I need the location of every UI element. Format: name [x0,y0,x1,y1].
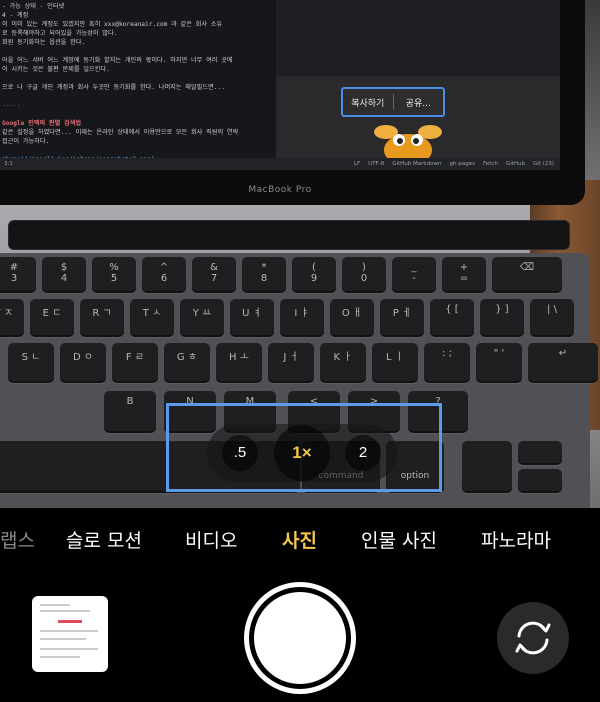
keyboard-key: ( 9 [292,257,336,293]
keyboard-key: ) 0 [342,257,386,293]
preview-image [276,0,560,76]
keyboard-key: F ㄹ [112,343,158,383]
status-item: GitHub Markdown [392,161,442,167]
keyboard-key: W ㅈ [0,299,24,337]
zoom-2x-button[interactable]: 2 [345,435,381,471]
editor-line: 이 이미 있는 계정도 있겠지만 혹히 xxx@koreanair.com 과 … [2,21,223,28]
editor-line: 로 등록해야하고 되어있을 가능성이 많다. [2,30,118,37]
keyboard-key: K ㅏ [320,343,366,383]
camera-viewfinder[interactable]: - 가능 상태 - 인터넷 4 - 계정 이 이미 있는 계정도 있겠지만 혹히… [0,0,600,508]
editor-line: 이 시키는 것은 불편 문제를 일으킨다. [2,66,110,73]
editor-line: 4 - 계정 [2,12,29,19]
editor-line: 어을 어느 서버 어느 계정에 동기화 할지는 개인의 몫이다. 하지만 너무 … [2,57,233,64]
keyboard-key: Y ㅛ [180,299,224,337]
camera-mode-selector[interactable]: 랩스 슬로 모션 비디오 사진 인물 사진 파노라마 [0,520,600,564]
mode-panorama[interactable]: 파노라마 [481,526,551,553]
keyboard-key: B [104,391,156,433]
shutter-button[interactable] [244,582,356,694]
keyboard-key [518,441,562,465]
keyboard-key: P ㅔ [380,299,424,337]
laptop-brand: MacBook Pro [248,185,312,195]
code-editor: - 가능 상태 - 인터넷 4 - 계정 이 이미 있는 계정도 있겠지만 혹히… [0,0,276,163]
editor-line: 접근이 가능하다. [2,138,50,145]
mode-video[interactable]: 비디오 [185,526,237,553]
keyboard-key: { [ [430,299,474,337]
zoom-1x-button[interactable]: 1× [274,425,330,481]
keyboard-key: S ㄴ [8,343,54,383]
keyboard-key: $ 4 [42,257,86,293]
shutter-inner [254,592,346,684]
keyboard-key: O ㅐ [330,299,374,337]
keyboard-key: J ㅓ [268,343,314,383]
editor-line: 같은 설정을 하였다면... 이제는 온라인 상태에서 이용만으로 모든 회사 … [2,129,239,136]
keyboard-key [462,441,512,493]
last-photo-thumbnail[interactable] [32,596,108,672]
keyboard-key: * 8 [242,257,286,293]
keyboard-key: " ' [476,343,522,383]
touch-bar [8,220,570,250]
editor-line: 회원 동기화하는 옵션을 한다. [2,39,86,46]
editor-line: ----- [2,102,21,109]
keyboard-key: D ㅇ [60,343,106,383]
camera-flip-icon [515,621,551,655]
keyboard-key: & 7 [192,257,236,293]
keyboard-key: : ; [424,343,470,383]
laptop-lid: - 가능 상태 - 인터넷 4 - 계정 이 이미 있는 계정도 있겠지만 혹히… [0,0,585,205]
live-text-menu: 복사하기 공유... [341,87,445,117]
mode-photo[interactable]: 사진 [282,526,317,553]
editor-status-bar: 3:1 LF UTF-8 GitHub Markdown gh-pages Fe… [0,158,560,170]
keyboard-key: | \ [530,299,574,337]
keyboard-key: % 5 [92,257,136,293]
keyboard-key: } ] [480,299,524,337]
editor-line: - 가능 상태 - 인터넷 [2,3,65,10]
keyboard-key: T ㅅ [130,299,174,337]
keyboard-key: R ㄱ [80,299,124,337]
keyboard-key: H ㅗ [216,343,262,383]
keyboard-key: U ㅕ [230,299,274,337]
laptop-screen: - 가능 상태 - 인터넷 4 - 계정 이 이미 있는 계정도 있겠지만 혹히… [0,0,560,170]
keyboard-key: ↵ [528,343,598,383]
editor-line: 으로 나 구글 개인 계정과 회사 두곳만 동기화를 한다. 나머지는 해알필드… [2,84,225,91]
mode-portrait[interactable]: 인물 사진 [361,526,437,553]
keyboard-key: I ㅑ [280,299,324,337]
keyboard-key: ⌫ [492,257,562,293]
editor-heading: Google 인맥의 판별 검색법 [2,120,82,127]
flip-camera-button[interactable] [497,602,569,674]
keyboard-key: ^ 6 [142,257,186,293]
zoom-0.5-button[interactable]: .5 [222,435,258,471]
keyboard-key: + = [442,257,486,293]
keyboard-key [518,469,562,493]
status-item: UTF-8 [368,161,385,167]
mode-labs[interactable]: 랩스 [0,526,35,553]
share-button[interactable]: 공유... [394,96,444,109]
status-item: gh-pages [449,161,476,167]
keyboard-key: # 3 [0,257,36,293]
status-item: Fetch [483,161,498,167]
cursor-position: 3:1 [4,161,13,167]
mascot-image [374,125,442,158]
mode-slo-mo[interactable]: 슬로 모션 [66,526,142,553]
keyboard-key: G ㅎ [164,343,210,383]
keyboard-key: _ - [392,257,436,293]
status-item: GitHub [505,161,525,167]
status-item: Git (23) [533,161,554,167]
keyboard-key: L ㅣ [372,343,418,383]
copy-button[interactable]: 복사하기 [343,96,393,109]
status-item: LF [353,161,361,167]
keyboard-key: E ㄷ [30,299,74,337]
